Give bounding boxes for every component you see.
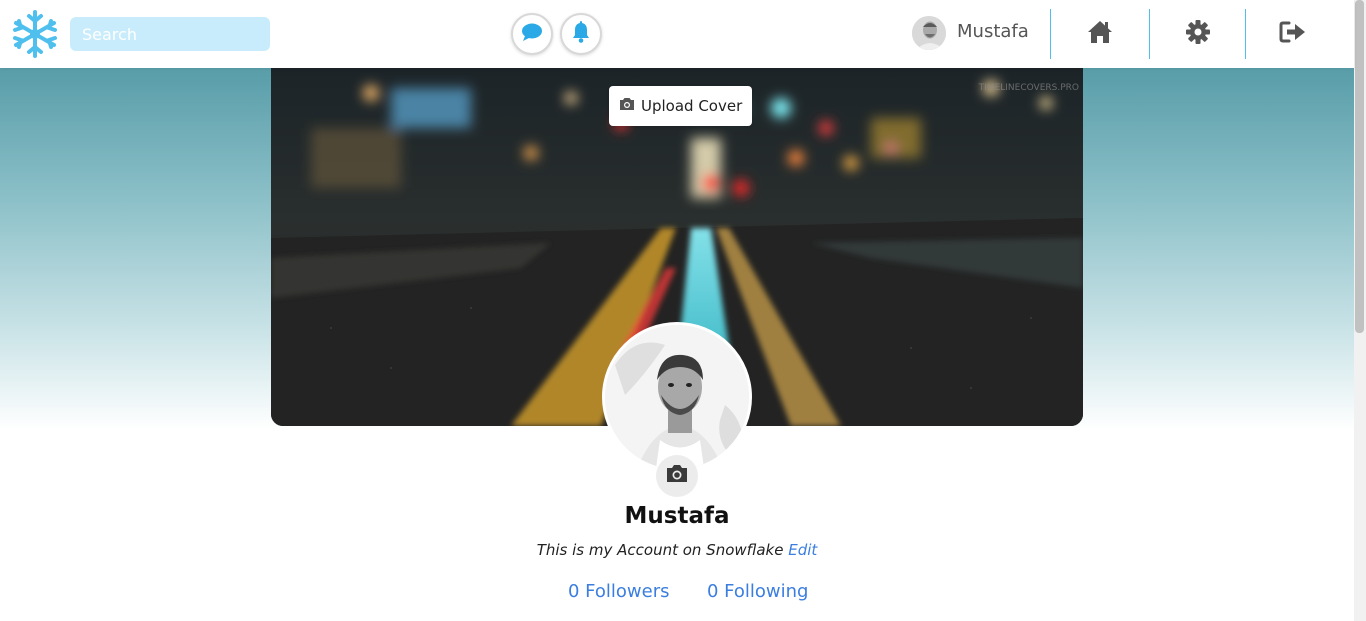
- divider: [1245, 9, 1246, 59]
- following-link[interactable]: 0 Following: [707, 581, 808, 602]
- search-input[interactable]: [70, 17, 270, 51]
- home-icon: [1086, 19, 1114, 50]
- cover-watermark: TIMELINECOVERS.PRO: [978, 83, 1079, 93]
- gear-icon: [1185, 19, 1211, 50]
- followers-link[interactable]: 0 Followers: [568, 581, 670, 602]
- upload-cover-label: Upload Cover: [641, 97, 743, 115]
- chat-bubble-icon: [521, 22, 543, 47]
- profile-picture[interactable]: [602, 322, 752, 472]
- notifications-button[interactable]: [560, 13, 602, 55]
- camera-icon: [666, 464, 688, 488]
- edit-bio-link[interactable]: Edit: [788, 541, 817, 559]
- logout-button[interactable]: [1278, 19, 1308, 49]
- home-button[interactable]: [1085, 19, 1115, 49]
- change-profile-picture-button[interactable]: [656, 455, 698, 497]
- divider: [1050, 9, 1051, 59]
- upload-cover-button[interactable]: Upload Cover: [609, 86, 753, 126]
- profile-bio: This is my Account on Snowflake Edit: [0, 541, 1354, 559]
- bio-text: This is my Account on Snowflake: [536, 541, 784, 559]
- user-avatar[interactable]: [912, 16, 946, 50]
- scrollbar-thumb[interactable]: [1355, 0, 1364, 333]
- user-name-label[interactable]: Mustafa: [957, 21, 1029, 42]
- camera-icon: [619, 97, 635, 115]
- profile-name: Mustafa: [624, 503, 730, 529]
- snowflake-logo-icon[interactable]: [10, 9, 60, 59]
- scrollbar-track[interactable]: [1354, 0, 1366, 621]
- settings-button[interactable]: [1183, 19, 1213, 49]
- logout-icon: [1279, 20, 1307, 49]
- divider: [1149, 9, 1150, 59]
- messages-button[interactable]: [511, 13, 553, 55]
- top-navbar: Mustafa: [0, 0, 1354, 68]
- bell-icon: [571, 20, 591, 48]
